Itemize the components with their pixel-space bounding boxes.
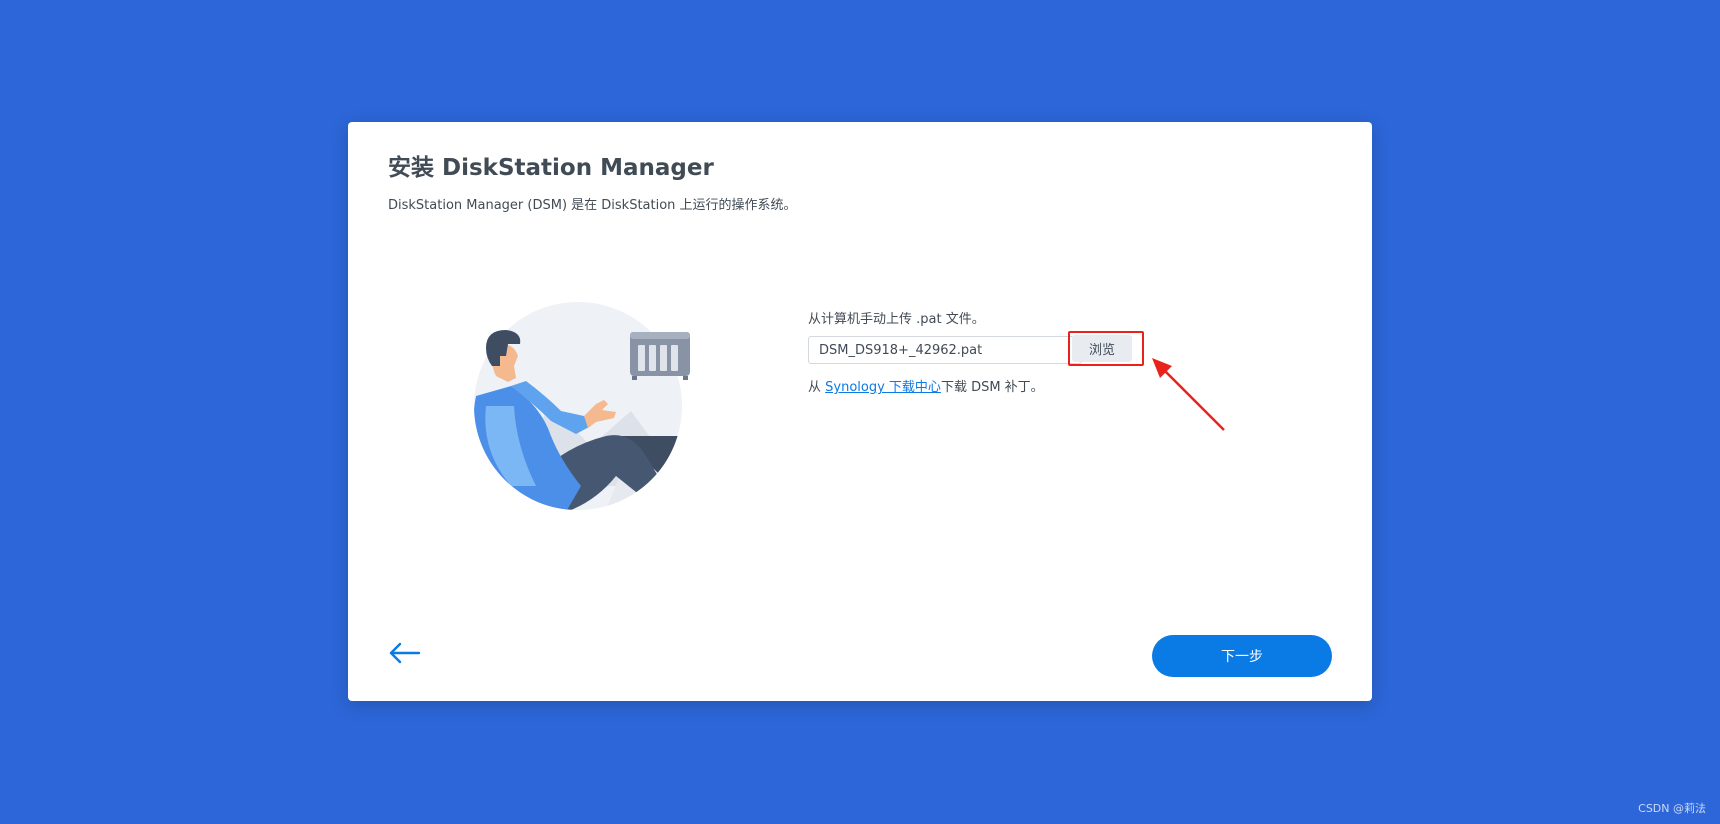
download-hint: 从 Synology 下载中心下载 DSM 补丁。 [808,376,1044,395]
watermark: CSDN @莉法 [1638,802,1706,815]
browse-button[interactable]: 浏览 [1072,335,1132,362]
dialog-title: 安装 DiskStation Manager [388,155,714,181]
arrow-left-icon[interactable] [388,642,422,664]
install-dialog: 安装 DiskStation Manager DiskStation Manag… [348,122,1372,701]
download-center-link[interactable]: Synology 下载中心 [825,380,941,395]
annotation-arrow-icon [1152,358,1225,431]
person-with-nas-illustration [474,302,690,510]
dialog-subtitle: DiskStation Manager (DSM) 是在 DiskStation… [388,198,797,213]
file-path-input[interactable] [808,336,1082,364]
upload-hint: 从计算机手动上传 .pat 文件。 [808,312,985,327]
download-prefix: 从 [808,380,826,395]
download-suffix: 下载 DSM 补丁。 [940,380,1044,395]
next-button[interactable]: 下一步 [1152,635,1332,677]
